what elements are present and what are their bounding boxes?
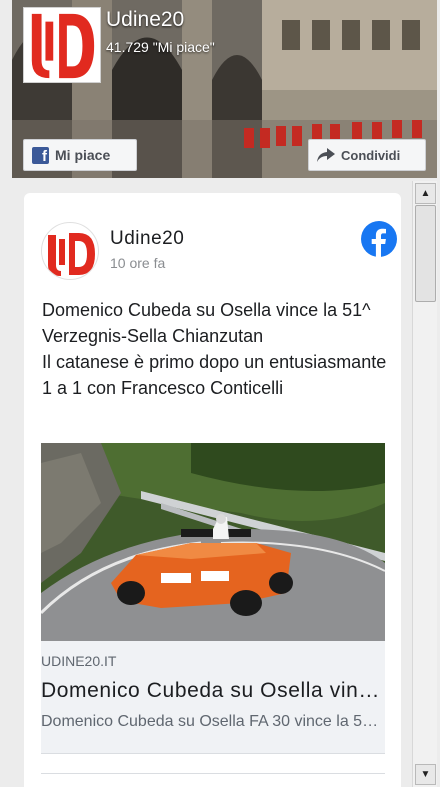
post-timestamp[interactable]: 10 ore fa [110,255,165,271]
post-actions: Mi [41,783,385,787]
post-card: Udine20 10 ore fa Domenico Cubeda su Ose… [24,193,401,787]
divider [41,773,385,774]
page-cover[interactable]: Udine20 41.729 "Mi piace" f Mi piace Con… [12,0,437,178]
scroll-thumb[interactable] [415,205,436,302]
share-post-button[interactable] [324,783,338,787]
timeline-feed[interactable]: Udine20 10 ore fa Domenico Cubeda su Ose… [12,181,412,787]
link-description: Domenico Cubeda su Osella FA 30 vince la… [41,713,381,730]
vertical-scrollbar[interactable]: ▲ ▼ [412,181,437,787]
link-preview[interactable]: UDINE20.IT Domenico Cubeda su Osella vin… [41,641,385,754]
share-page-button[interactable]: Condividi [308,139,426,171]
post-text-line: Il catanese è primo dopo un entusiasmant… [42,352,387,398]
post-author-avatar[interactable] [41,222,99,280]
link-domain: UDINE20.IT [41,653,117,669]
race-car-photo [41,443,385,641]
scroll-up-button[interactable]: ▲ [415,183,436,204]
udine20-logo [24,8,100,82]
comment-button[interactable] [215,783,231,787]
page-logo[interactable] [23,7,101,83]
share-arrow-icon [317,148,335,162]
share-page-label: Condividi [341,147,401,163]
arrow-down-icon: ▼ [420,769,431,780]
page-likes-count: 41.729 "Mi piace" [106,39,215,55]
page-title[interactable]: Udine20 [106,8,184,32]
post-link-image[interactable] [41,443,385,641]
like-page-button[interactable]: f Mi piace [23,139,137,171]
udine20-logo [48,233,95,276]
link-title: Domenico Cubeda su Osella vince la 51^ V… [41,679,381,702]
like-post-button[interactable]: Mi [88,783,122,787]
facebook-icon[interactable] [361,221,397,257]
post-text-line: Domenico Cubeda su Osella vince la 51^ V… [42,300,371,346]
like-page-label: Mi piace [55,147,111,163]
post-message: Domenico Cubeda su Osella vince la 51^ V… [42,297,387,401]
arrow-up-icon: ▲ [420,188,431,199]
post-author-name[interactable]: Udine20 [110,228,184,250]
facebook-icon: f [32,146,49,164]
scroll-down-button[interactable]: ▼ [415,764,436,785]
